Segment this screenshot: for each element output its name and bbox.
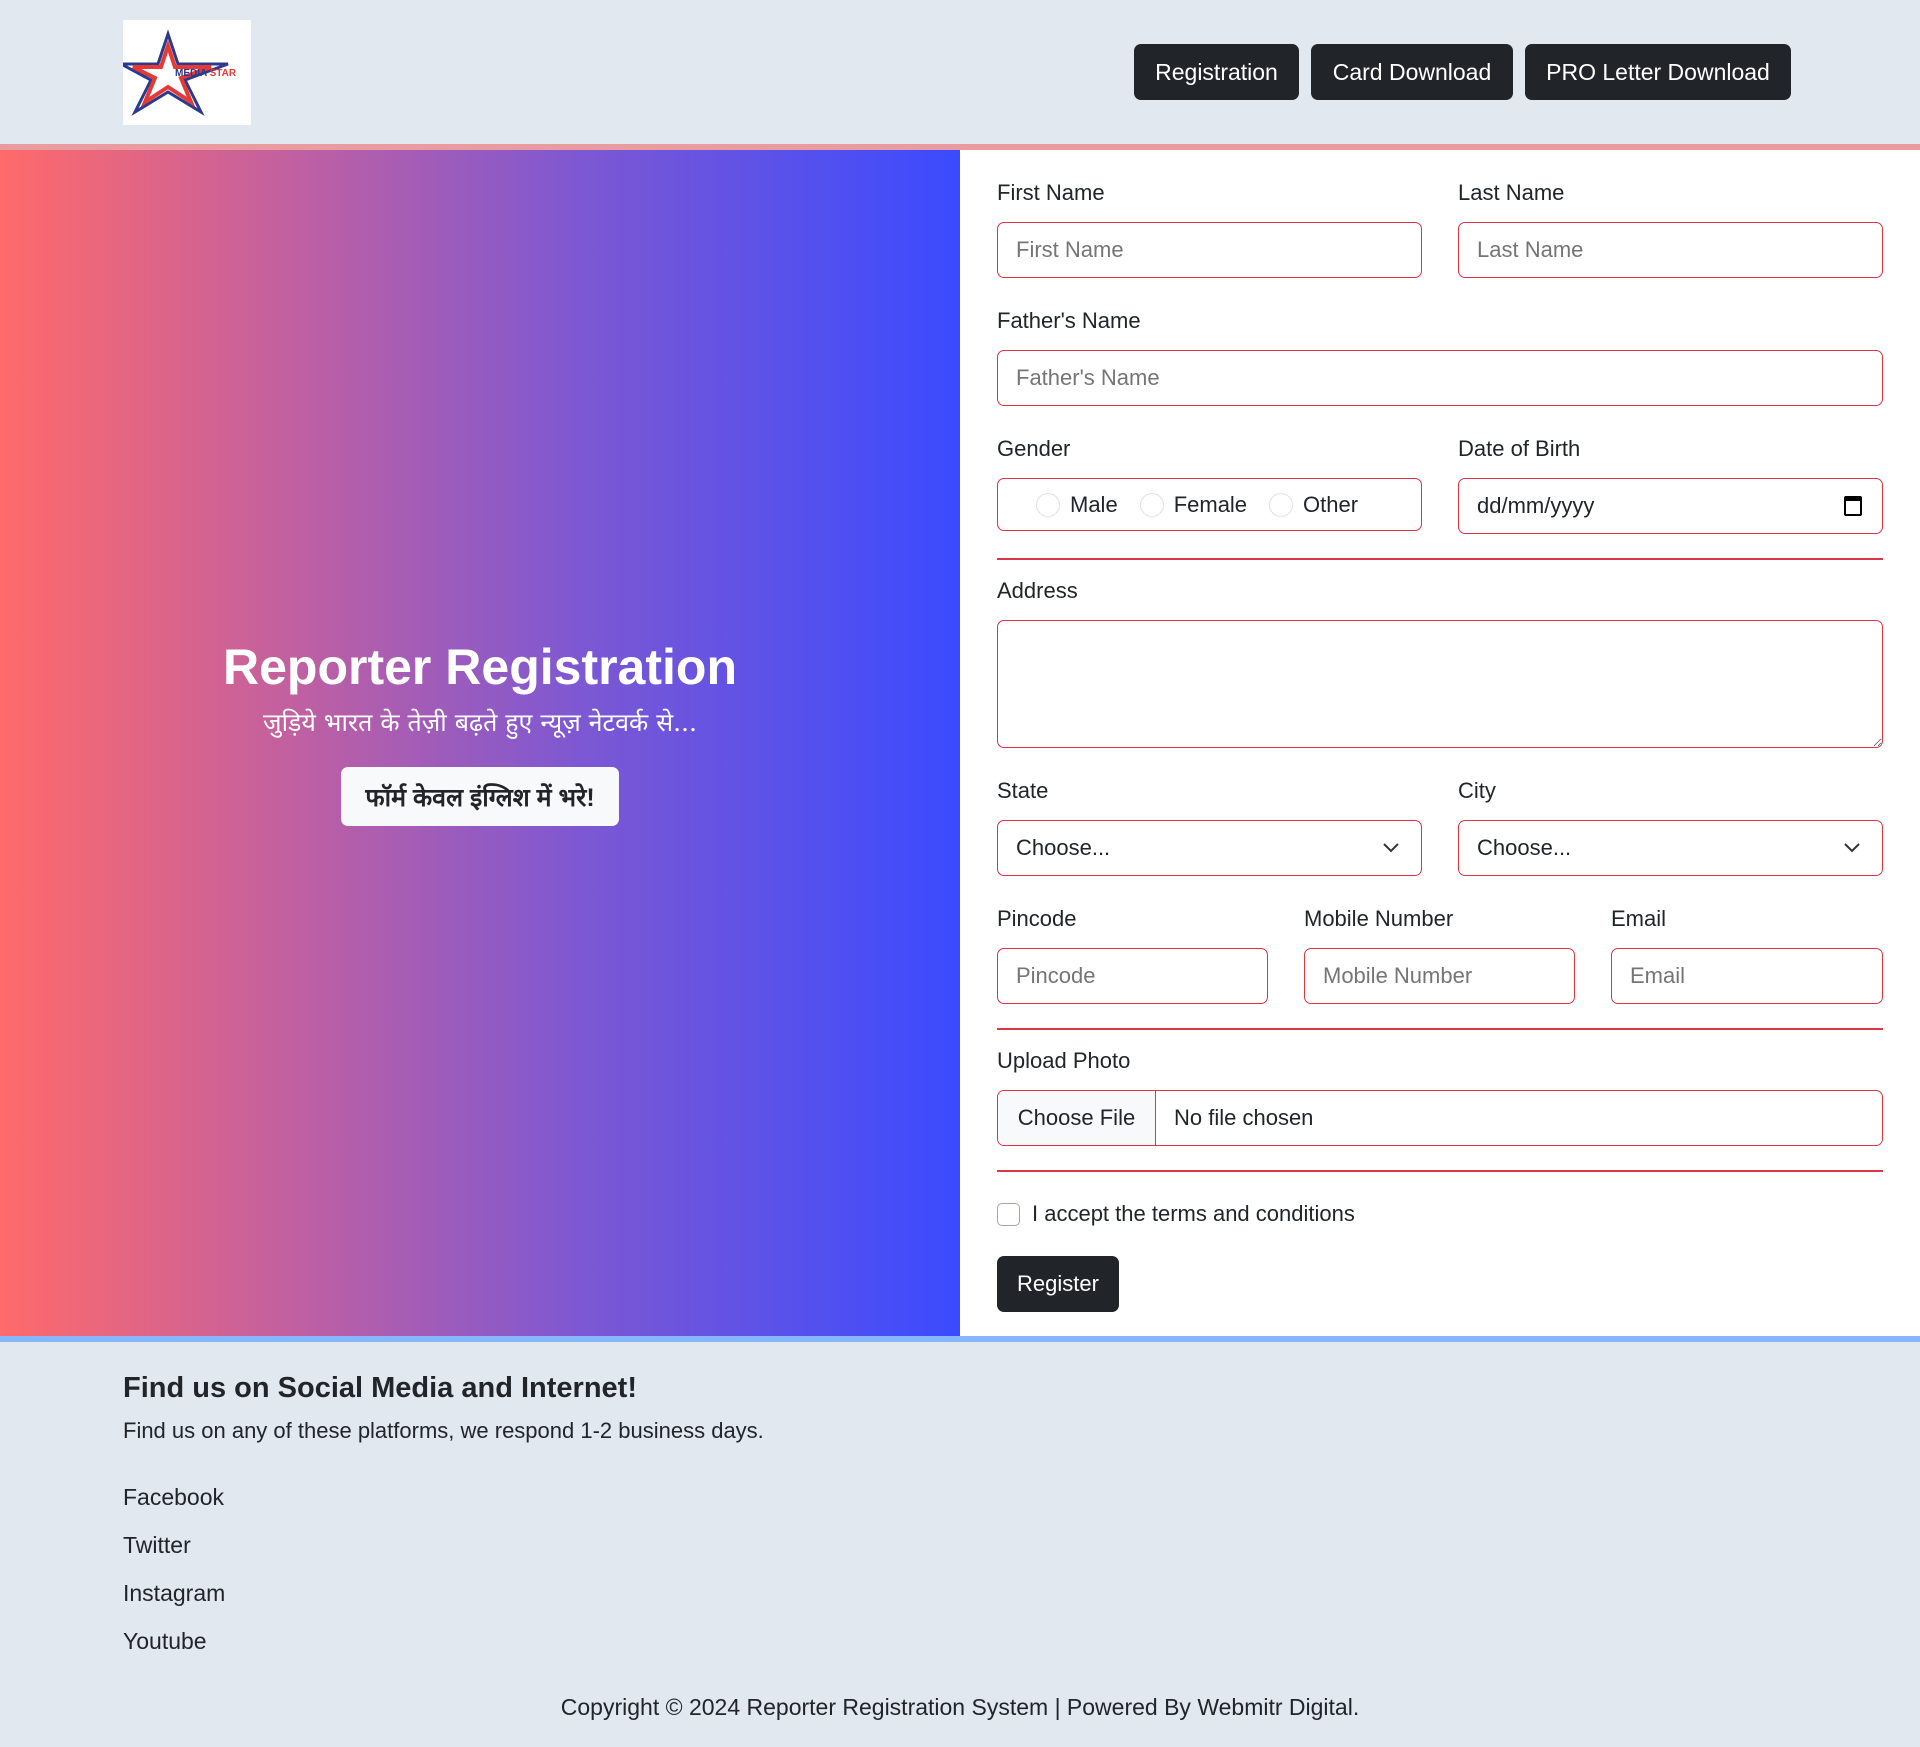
gender-label: Gender — [997, 436, 1071, 461]
copyright: Copyright © 2024 Reporter Registration S… — [560, 1694, 1360, 1720]
address-textarea[interactable] — [997, 620, 1883, 748]
nav-pro-letter-download-button[interactable]: PRO Letter Download — [1525, 44, 1791, 100]
city-select-value: Choose... — [1477, 835, 1572, 860]
gender-male-label[interactable]: Male — [1070, 492, 1118, 518]
gender-female-radio[interactable] — [1139, 492, 1164, 517]
gender-other-radio[interactable] — [1269, 492, 1294, 517]
hero-panel: Reporter Registration जुड़िये भारत के ते… — [0, 150, 960, 1336]
email-label: Email — [1611, 906, 1667, 931]
calendar-icon[interactable] — [1844, 496, 1862, 516]
youtube-link[interactable]: Youtube — [123, 1628, 207, 1655]
address-label: Address — [997, 578, 1078, 603]
dob-placeholder: dd/mm/yyyy — [1477, 493, 1595, 518]
star-logo-icon: MEDIA STAR — [120, 29, 237, 116]
divider — [997, 1028, 1883, 1030]
mobile-input[interactable] — [1304, 948, 1575, 1004]
hero-title: Reporter Registration — [223, 639, 737, 695]
logo[interactable]: MEDIA STAR — [120, 20, 251, 125]
english-only-note: फॉर्म केवल इंग्लिश में भरे! — [341, 767, 619, 826]
terms-label[interactable]: I accept the terms and conditions — [1032, 1201, 1355, 1227]
choose-file-button[interactable]: Choose File — [998, 1091, 1156, 1145]
state-select-value: Choose... — [1016, 835, 1111, 860]
dob-input[interactable]: dd/mm/yyyy — [1458, 478, 1883, 534]
first-name-label: First Name — [997, 180, 1105, 205]
nav-card-download-button[interactable]: Card Download — [1311, 44, 1513, 100]
nav-registration-button[interactable]: Registration — [1134, 44, 1299, 100]
state-label: State — [997, 778, 1049, 803]
footer-heading: Find us on Social Media and Internet! — [123, 1372, 637, 1404]
footer-divider — [0, 1336, 1920, 1342]
pincode-label: Pincode — [997, 906, 1077, 931]
email-input[interactable] — [1611, 948, 1883, 1004]
twitter-link[interactable]: Twitter — [123, 1532, 191, 1559]
photo-file-input[interactable]: Choose File No file chosen — [997, 1090, 1883, 1146]
register-button[interactable]: Register — [997, 1256, 1119, 1312]
header: MEDIA STAR Registration Card Download PR… — [0, 0, 1920, 150]
upload-photo-label: Upload Photo — [997, 1048, 1131, 1073]
last-name-label: Last Name — [1458, 180, 1565, 205]
first-name-input[interactable] — [997, 222, 1422, 278]
last-name-input[interactable] — [1458, 222, 1883, 278]
file-status: No file chosen — [1174, 1105, 1314, 1130]
hero-subtitle: जुड़िये भारत के तेज़ी बढ़ते हुए न्यूज़ न… — [263, 708, 697, 737]
gender-female-label[interactable]: Female — [1174, 492, 1247, 518]
pincode-input[interactable] — [997, 948, 1268, 1004]
footer-text: Find us on any of these platforms, we re… — [123, 1418, 764, 1443]
city-label: City — [1458, 778, 1496, 803]
father-name-input[interactable] — [997, 350, 1883, 406]
facebook-link[interactable]: Facebook — [123, 1484, 224, 1511]
dob-label: Date of Birth — [1458, 436, 1581, 461]
gender-male-radio[interactable] — [1036, 492, 1060, 517]
state-select[interactable]: Choose... — [997, 820, 1422, 876]
chevron-down-icon — [1844, 843, 1860, 853]
terms-checkbox[interactable] — [997, 1203, 1020, 1226]
divider — [997, 558, 1883, 560]
divider — [997, 1170, 1883, 1172]
father-name-label: Father's Name — [997, 308, 1141, 333]
gender-group: Male Female Other — [997, 478, 1422, 531]
mobile-label: Mobile Number — [1304, 906, 1454, 931]
svg-text:MEDIA STAR: MEDIA STAR — [175, 68, 237, 79]
instagram-link[interactable]: Instagram — [123, 1580, 225, 1607]
gender-other-label[interactable]: Other — [1303, 492, 1358, 518]
city-select[interactable]: Choose... — [1458, 820, 1883, 876]
chevron-down-icon — [1383, 843, 1399, 853]
